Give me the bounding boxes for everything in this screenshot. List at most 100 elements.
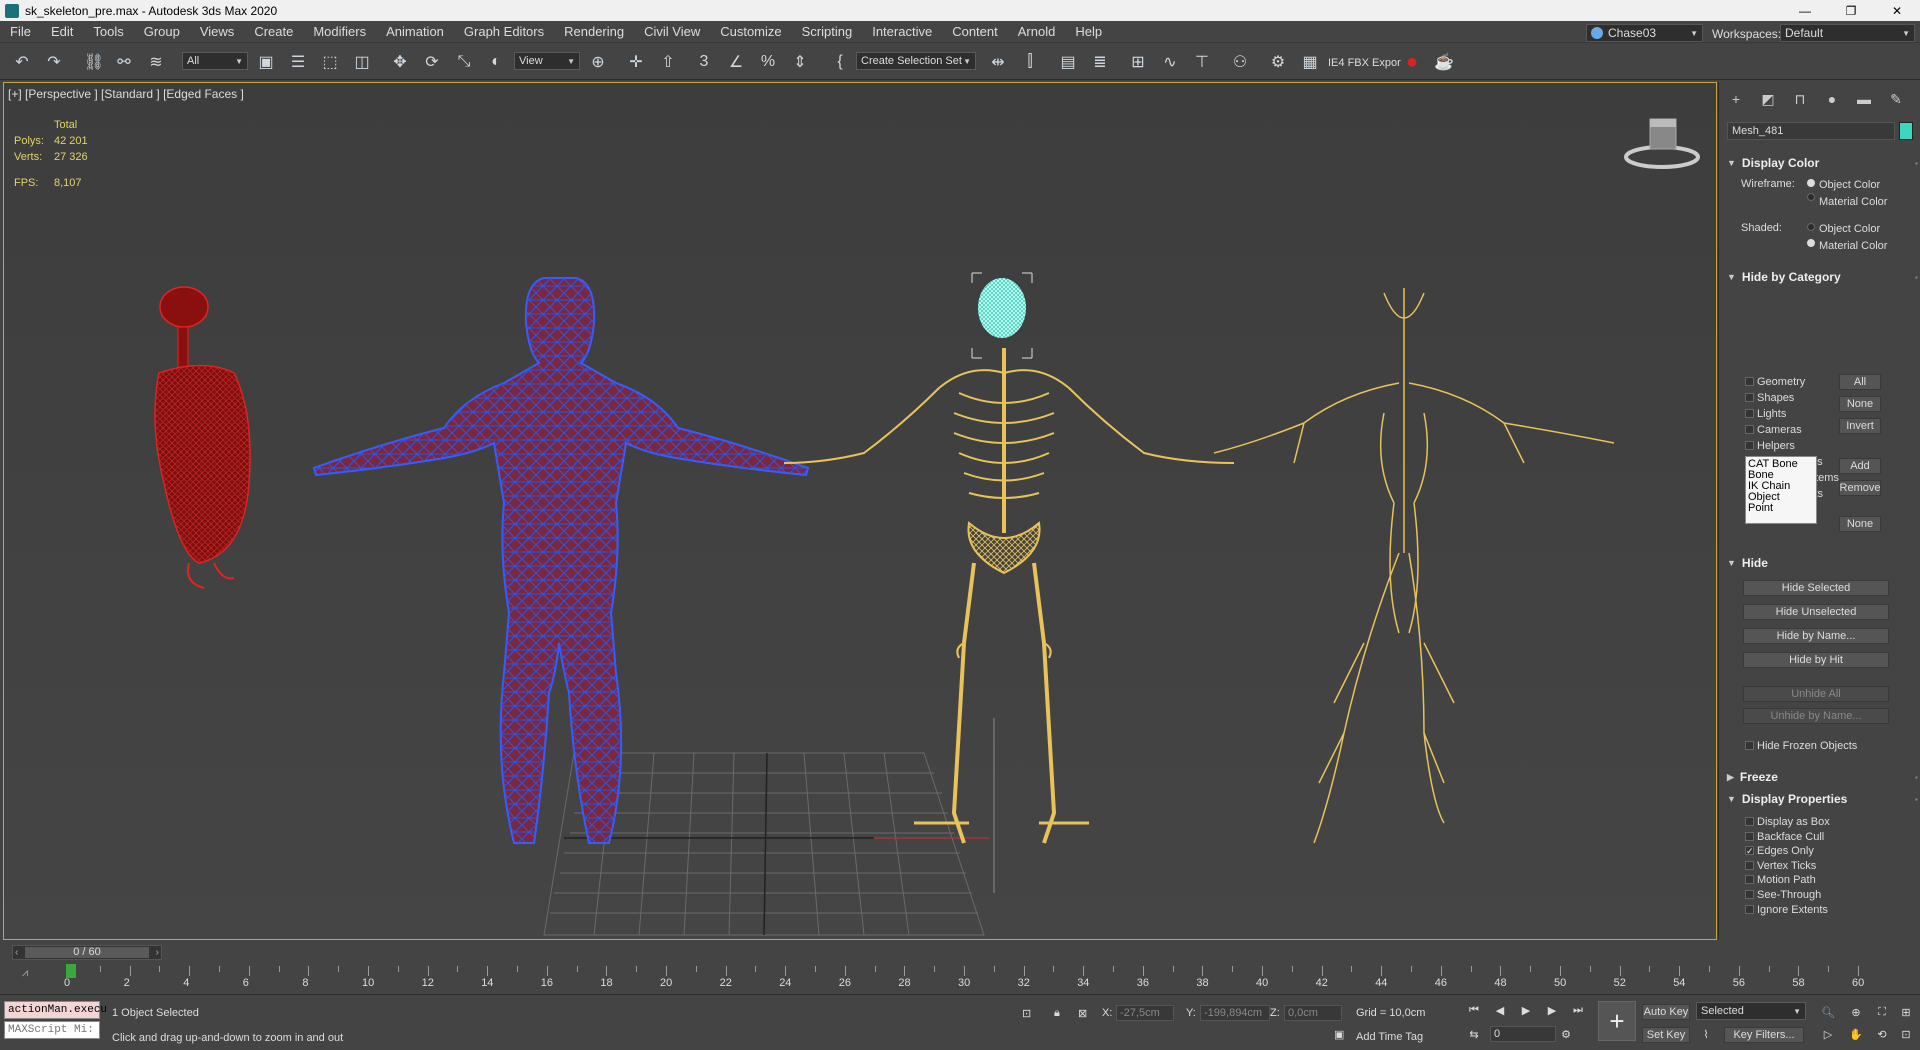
named-selection-set-dropdown[interactable]: Create Selection Set ▼ (856, 52, 976, 70)
viewport-label-menu[interactable]: [+] [Perspective ] [Standard ] [Edged Fa… (8, 87, 244, 101)
select-by-name-icon[interactable]: ☰ (286, 50, 310, 74)
window-crossing-icon[interactable]: ◫ (350, 50, 374, 74)
mirror-icon[interactable]: ⇹ (986, 50, 1010, 74)
link-icon[interactable]: ⛓ (82, 50, 106, 74)
hide-by-name-button[interactable]: Hide by Name... (1743, 628, 1889, 644)
display-property-checkbox[interactable] (1745, 875, 1754, 885)
freeze-rollout[interactable]: ▶ Freeze ▪ (1727, 770, 1918, 784)
go-to-start-icon[interactable]: ⏮ (1464, 1001, 1484, 1019)
hide-rollout[interactable]: ▼ Hide (1727, 556, 1768, 570)
timeline-ruler[interactable]: 0 2 4 6 8 10 12 14 16 18 20 22 24 26 28 30 32 34 36 38 40 42 4… (0, 964, 1920, 994)
category-list-none-button[interactable]: None (1839, 516, 1881, 532)
zoom-extents-icon[interactable]: ⛶ (1872, 1003, 1892, 1021)
z-coordinate-field[interactable]: 0,0cm (1284, 1005, 1342, 1021)
zoom-extents-all-icon[interactable]: ⊞ (1896, 1003, 1916, 1021)
layer-explorer-icon[interactable]: ≣ (1088, 50, 1112, 74)
display-property-checkbox[interactable] (1745, 831, 1754, 841)
time-tag-icon[interactable]: ▣ (1334, 1028, 1344, 1041)
align-icon[interactable]: ⫿ (1018, 50, 1042, 74)
menu-item-graph-editors[interactable]: Graph Editors (454, 24, 554, 39)
category-invert-button[interactable]: Invert (1839, 418, 1881, 434)
bind-space-warp-icon[interactable]: ≋ (144, 50, 168, 74)
close-button[interactable]: ✕ (1874, 0, 1920, 21)
create-tab-icon[interactable]: + (1723, 88, 1749, 110)
time-slider-thumb[interactable]: 0 / 60 (25, 947, 149, 958)
next-frame-icon[interactable]: › (156, 947, 161, 958)
category-checkbox[interactable] (1745, 409, 1754, 418)
menu-item-views[interactable]: Views (190, 24, 244, 39)
set-key-button[interactable]: Set Key (1642, 1027, 1690, 1043)
default-in-out-tangents-icon[interactable]: ⌇ (1696, 1025, 1716, 1043)
key-filters-button[interactable]: Key Filters... (1724, 1027, 1804, 1043)
current-frame-marker[interactable] (66, 964, 76, 978)
menu-item-rendering[interactable]: Rendering (554, 24, 634, 39)
motion-tab-icon[interactable]: ● (1819, 88, 1845, 110)
key-selection-set-dropdown[interactable]: Selected ▼ (1696, 1002, 1806, 1020)
utilities-tab-icon[interactable]: ✎ (1883, 88, 1909, 110)
select-manipulate-icon[interactable]: ✛ (624, 50, 648, 74)
curve-editor-toggle-icon[interactable]: ⩘ (22, 967, 28, 980)
scene-explorer-icon[interactable]: ▤ (1056, 50, 1080, 74)
category-checkbox[interactable] (1745, 377, 1754, 386)
zoom-all-icon[interactable]: ⊕ (1846, 1003, 1866, 1021)
object-color-swatch[interactable] (1899, 122, 1913, 140)
maximize-viewport-icon[interactable]: ⊡ (1896, 1025, 1916, 1043)
rendered-frame-window-icon[interactable]: ▦ (1298, 50, 1322, 74)
menu-item-content[interactable]: Content (942, 24, 1008, 39)
x-coordinate-field[interactable]: -27,5cm (1116, 1005, 1174, 1021)
menu-item-help[interactable]: Help (1065, 24, 1112, 39)
unlink-icon[interactable]: ⚯ (112, 50, 136, 74)
current-frame-field[interactable]: 0 (1490, 1026, 1556, 1042)
menu-item-file[interactable]: File (0, 24, 41, 39)
previous-frame-icon[interactable]: ‹ (13, 947, 18, 958)
set-keys-icon[interactable]: + (1598, 1001, 1636, 1041)
maxscript-listener-mini[interactable]: actionMan.execu (4, 1001, 107, 1019)
display-properties-rollout[interactable]: ▼ Display Properties ▪ (1727, 792, 1918, 806)
display-property-checkbox[interactable] (1745, 860, 1754, 870)
maxscript-input-mini[interactable]: MAXScript Mi: (4, 1021, 100, 1039)
key-mode-toggle-icon[interactable]: ⇆ (1464, 1025, 1484, 1043)
category-object-list[interactable]: CAT Bone Bone IK Chain Object Point (1745, 456, 1817, 524)
menu-item-create[interactable]: Create (244, 24, 303, 39)
ribbon-icon[interactable]: ⊞ (1126, 50, 1150, 74)
display-property-checkbox[interactable] (1745, 904, 1754, 914)
menu-item-modifiers[interactable]: Modifiers (303, 24, 376, 39)
hide-frozen-checkbox[interactable] (1745, 741, 1754, 750)
menu-item-tools[interactable]: Tools (83, 24, 133, 39)
y-coordinate-field[interactable]: -199,894cm (1200, 1005, 1270, 1021)
keyboard-shortcut-override-icon[interactable]: ⇧ (656, 50, 680, 74)
auto-key-button[interactable]: Auto Key (1642, 1004, 1690, 1020)
menu-item-customize[interactable]: Customize (710, 24, 791, 39)
hide-by-hit-button[interactable]: Hide by Hit (1743, 652, 1889, 668)
time-configuration-icon[interactable]: ⚙ (1556, 1025, 1576, 1043)
wireframe-object-color-radio[interactable] (1807, 179, 1815, 187)
zoom-icon[interactable]: 🔍︎ (1818, 1003, 1838, 1021)
hide-by-category-rollout[interactable]: ▼ Hide by Category ▪ (1727, 270, 1918, 284)
menu-item-civil-view[interactable]: Civil View (634, 24, 710, 39)
category-none-button[interactable]: None (1839, 396, 1881, 412)
category-checkbox[interactable] (1745, 393, 1754, 402)
hierarchy-tab-icon[interactable]: ⊓ (1787, 88, 1813, 110)
field-of-view-icon[interactable]: ▷ (1818, 1025, 1838, 1043)
object-name-field[interactable]: Mesh_481 (1727, 122, 1895, 140)
spinner-snap-icon[interactable]: ⇕ (788, 50, 812, 74)
selection-filter-dropdown[interactable]: All ▼ (182, 52, 248, 70)
viewcube-icon[interactable] (1624, 113, 1700, 173)
select-object-icon[interactable]: ▣ (254, 50, 278, 74)
rotate-icon[interactable]: ⟳ (420, 50, 444, 74)
placement-icon[interactable]: ◐ (484, 50, 508, 74)
shaded-material-color-radio[interactable] (1807, 239, 1815, 247)
play-icon[interactable]: ▶ (1516, 1001, 1536, 1019)
workspace-dropdown[interactable]: Default ▼ (1780, 24, 1915, 42)
restore-button[interactable]: ❐ (1828, 0, 1874, 21)
snaps-toggle-icon[interactable]: 3 (692, 50, 716, 74)
fbx-export-label[interactable]: IE4 FBX Expor (1328, 57, 1401, 69)
isolate-selection-icon[interactable]: ⊡ (1022, 1007, 1031, 1020)
display-tab-icon[interactable]: ▬ (1851, 88, 1877, 110)
go-to-end-icon[interactable]: ⏭ (1568, 1001, 1588, 1019)
teapot-icon[interactable]: ☕ (1432, 50, 1456, 74)
category-add-button[interactable]: Add (1839, 458, 1881, 474)
display-color-rollout[interactable]: ▼ Display Color ▪ (1727, 156, 1918, 170)
user-account-dropdown[interactable]: Chase03 ▼ (1586, 24, 1703, 42)
category-all-button[interactable]: All (1839, 374, 1881, 390)
